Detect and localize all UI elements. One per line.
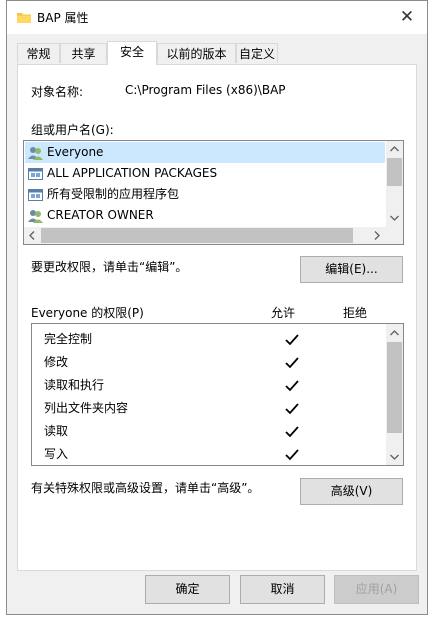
tab-security[interactable]: 安全 [107,41,157,65]
scroll-thumb[interactable] [387,342,402,433]
users-horizontal-scrollbar[interactable] [24,227,386,244]
permission-row: 读取和执行 [44,374,384,397]
change-hint: 要更改权限，请单击“编辑”。 [31,260,188,274]
users-group-icon [28,146,43,160]
permission-row: 修改 [44,351,384,374]
groups-label: 组或用户名(G): [31,123,114,137]
chevron-up-icon[interactable] [390,146,399,152]
user-name: Everyone [47,145,104,159]
ok-button[interactable]: 确定 [145,575,230,604]
scroll-thumb[interactable] [387,158,402,186]
app-package-icon [28,188,43,201]
permission-row: 列出文件夹内容 [44,397,384,420]
advanced-hint: 有关特殊权限或高级设置，请单击“高级”。 [31,481,260,495]
permission-row: 读取 [44,420,384,443]
permissions-vertical-scrollbar[interactable] [386,324,403,465]
permissions-title: Everyone 的权限(P) [31,306,144,320]
tab-previous-versions[interactable]: 以前的版本 [157,43,236,63]
permissions-list[interactable]: 完全控制 修改 读取和执行 列出文件夹内容 读取 写入 [31,323,404,466]
object-name-label: 对象名称: [31,85,84,99]
tab-sharing[interactable]: 共享 [60,43,107,63]
app-package-icon [28,167,43,180]
check-icon [285,426,299,438]
chevron-up-icon[interactable] [390,330,399,336]
window-title: BAP 属性 [37,11,89,25]
apply-button[interactable]: 应用(A) [334,575,419,604]
scroll-corner [386,227,403,244]
check-icon [285,380,299,392]
permission-name: 读取 [44,424,69,438]
permission-row: 完全控制 [44,328,384,351]
chevron-left-icon[interactable] [29,231,35,240]
allow-header: 允许 [271,306,296,320]
user-name: 所有受限制的应用程序包 [47,187,180,201]
user-name: ALL APPLICATION PACKAGES [47,166,218,180]
permission-name: 修改 [44,355,69,369]
check-icon [285,357,299,369]
user-name: CREATOR OWNER [47,208,154,222]
object-name-value: C:\Program Files (x86)\BAP [125,83,286,97]
permission-row: 写入 [44,443,384,465]
title-bar: BAP 属性 ✕ [7,1,427,34]
list-item[interactable]: Everyone [25,142,385,163]
list-item[interactable]: ALL APPLICATION PACKAGES [28,163,217,184]
chevron-down-icon[interactable] [390,454,399,460]
chevron-down-icon[interactable] [390,215,399,221]
chevron-right-icon[interactable] [374,231,380,240]
edit-button[interactable]: 编辑(E)... [300,256,403,283]
check-icon [285,449,299,461]
users-list[interactable]: Everyone ALL APPLICATION PACKAGES 所有受限制的… [23,140,404,245]
users-vertical-scrollbar[interactable] [386,141,403,227]
permission-name: 列出文件夹内容 [44,401,129,415]
deny-header: 拒绝 [343,306,368,320]
advanced-button[interactable]: 高级(V) [300,478,403,505]
check-icon [285,334,299,346]
permission-name: 读取和执行 [44,378,105,392]
users-group-icon [28,209,43,223]
permission-name: 写入 [44,447,69,461]
list-item[interactable]: CREATOR OWNER [28,205,154,226]
check-icon [285,403,299,415]
list-item[interactable]: 所有受限制的应用程序包 [28,184,179,205]
tab-general[interactable]: 常规 [17,43,60,63]
close-button[interactable]: ✕ [393,5,421,29]
tab-customize[interactable]: 自定义 [236,43,278,63]
folder-icon [17,13,31,23]
scroll-thumb[interactable] [41,228,353,243]
cancel-button[interactable]: 取消 [240,575,325,604]
permission-name: 完全控制 [44,332,93,346]
